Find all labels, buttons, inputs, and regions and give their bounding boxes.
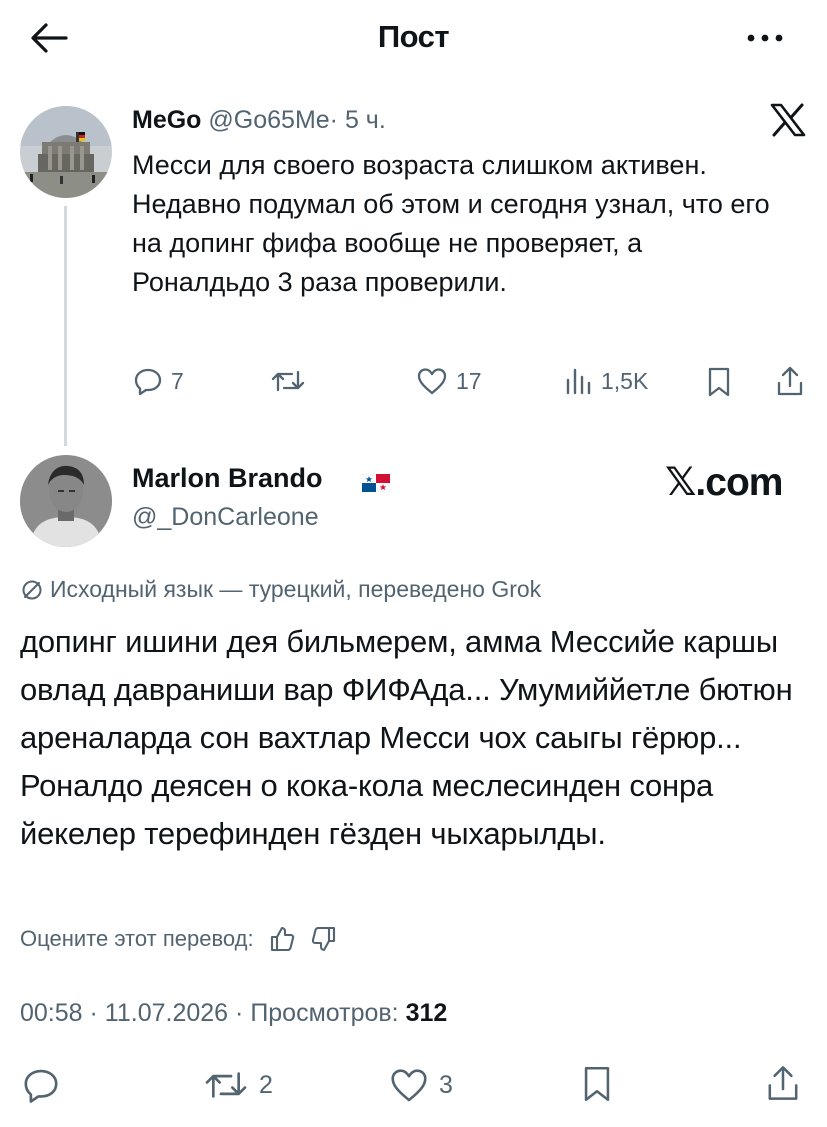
bookmark-icon — [584, 1066, 610, 1102]
more-dots-icon — [747, 34, 783, 42]
tweet-meta: 00:58 · 11.07.2026 · Просмотров: 312 — [20, 999, 447, 1028]
heart-icon — [417, 368, 447, 395]
bookmark-icon — [708, 367, 730, 397]
more-options-button[interactable] — [745, 28, 785, 48]
like-button[interactable]: 17 — [416, 366, 482, 396]
dot-separator: · — [329, 106, 338, 134]
reply-button[interactable] — [22, 1066, 70, 1104]
translation-note: Исходный язык — турецкий, переведено Gro… — [20, 576, 541, 603]
repost-button[interactable] — [270, 366, 314, 396]
translate-icon — [22, 580, 42, 599]
like-count: 17 — [456, 367, 482, 394]
reply-button[interactable]: 7 — [133, 366, 184, 396]
views-button[interactable]: 1,5K — [563, 366, 648, 396]
x-com-brand: 𝕏.com — [665, 461, 783, 504]
share-button[interactable] — [775, 364, 805, 398]
thread-line — [64, 206, 67, 446]
share-button[interactable] — [765, 1062, 801, 1104]
repost-button[interactable]: 2 — [203, 1066, 273, 1104]
thumbs-up-button[interactable] — [268, 925, 296, 953]
tweet-date[interactable]: 11.07.2026 — [105, 999, 228, 1027]
share-icon — [768, 1066, 798, 1100]
reply-count: 7 — [171, 367, 184, 394]
views-label: Просмотров: — [250, 999, 399, 1027]
thumbs-up-icon — [270, 926, 294, 952]
rate-translation-label: Оцените этот перевод: — [20, 926, 254, 951]
heart-icon — [391, 1069, 427, 1102]
tweet-text: Месси для своего возраста слишком активе… — [132, 150, 770, 297]
page-title: Пост — [377, 19, 450, 54]
avatar[interactable] — [20, 106, 112, 198]
repost-count: 2 — [259, 1070, 273, 1099]
thumbs-down-button[interactable] — [310, 925, 338, 953]
tweet-text: допинг ишини дея бильмерем, амма Мессийе… — [20, 624, 793, 851]
repost-icon — [205, 1072, 247, 1098]
panama-flag-icon — [362, 474, 390, 492]
rate-translation: Оцените этот перевод: — [20, 925, 338, 953]
author-handle[interactable]: @Go65Me — [208, 106, 329, 134]
reply-icon — [24, 1069, 58, 1103]
share-icon — [777, 366, 803, 396]
author-name[interactable]: Marlon Brando — [132, 463, 323, 494]
repost-icon — [271, 370, 305, 392]
reply-icon — [134, 368, 162, 396]
analytics-icon — [566, 368, 591, 395]
views-count[interactable]: 312 — [406, 999, 448, 1027]
author-name[interactable]: MeGo — [132, 106, 201, 134]
like-button[interactable]: 3 — [389, 1066, 453, 1104]
thumbs-down-icon — [311, 926, 335, 952]
dot-separator: · — [89, 999, 98, 1027]
views-count: 1,5K — [601, 367, 649, 394]
tweet-header: MeGo @Go65Me· 5 ч. — [132, 106, 386, 135]
x-logo-icon — [770, 103, 806, 137]
bookmark-button[interactable] — [580, 1064, 614, 1104]
like-count: 3 — [439, 1070, 453, 1099]
author-handle[interactable]: @_DonCarleone — [132, 503, 319, 532]
bookmark-button[interactable] — [705, 366, 733, 398]
translation-note-text: Исходный язык — турецкий, переведено Gro… — [50, 576, 542, 602]
avatar[interactable] — [20, 455, 112, 547]
tweet-time[interactable]: 00:58 — [20, 999, 83, 1027]
dot-separator: · — [235, 999, 244, 1027]
tweet-time[interactable]: 5 ч. — [345, 106, 386, 134]
